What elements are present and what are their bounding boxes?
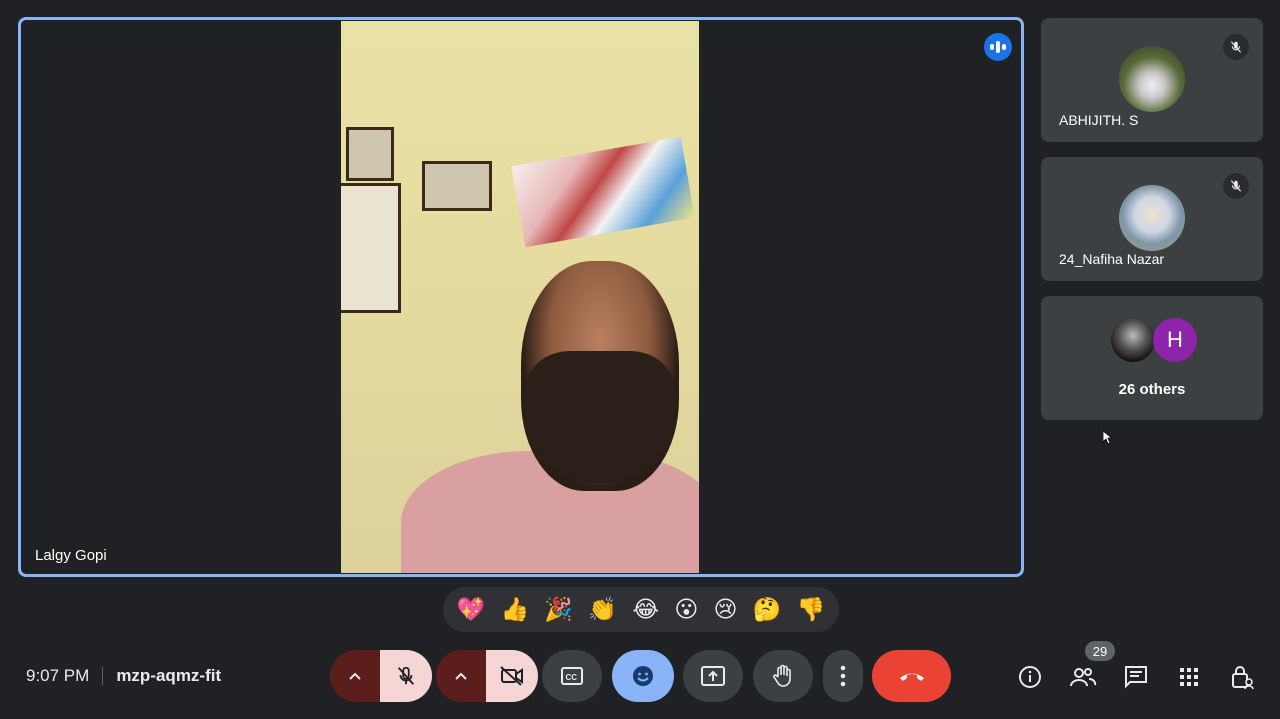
info-icon xyxy=(1019,666,1041,688)
apps-grid-icon xyxy=(1180,668,1198,686)
avatar xyxy=(1119,185,1185,251)
divider xyxy=(102,667,104,685)
reaction-thumbs-up[interactable]: 👍 xyxy=(501,596,530,623)
microphone-control xyxy=(330,650,432,702)
activities-button[interactable] xyxy=(1172,660,1206,694)
present-icon xyxy=(701,666,725,686)
participant-tile[interactable]: 24_Nafiha Nazar xyxy=(1041,157,1263,281)
others-tile[interactable]: H 26 others xyxy=(1041,296,1263,420)
chat-button[interactable] xyxy=(1119,660,1153,694)
captions-icon: CC xyxy=(561,667,583,685)
reaction-surprised[interactable]: 😮 xyxy=(674,596,698,623)
mic-off-icon xyxy=(397,666,415,685)
speaker-video xyxy=(341,21,699,573)
reaction-thumbs-down[interactable]: 👎 xyxy=(797,596,826,623)
wall-poster xyxy=(511,136,695,248)
people-icon xyxy=(1070,668,1097,687)
camera-off-icon xyxy=(500,666,523,686)
avatar xyxy=(1111,318,1155,362)
audio-settings-button[interactable] xyxy=(330,650,380,702)
raise-hand-button[interactable] xyxy=(753,650,813,702)
chevron-up-icon xyxy=(455,672,467,680)
people-count-badge: 29 xyxy=(1085,641,1115,661)
wall-picture-frame xyxy=(346,127,394,181)
meeting-code: mzp-aqmz-fit xyxy=(116,666,222,685)
video-settings-button[interactable] xyxy=(436,650,486,702)
reactions-bar: 💖 👍 🎉 👏 😂 😮 😢 🤔 👎 xyxy=(443,587,839,632)
reaction-party-popper[interactable]: 🎉 xyxy=(544,596,573,623)
reaction-thinking[interactable]: 🤔 xyxy=(753,596,782,623)
reaction-laughing[interactable]: 😂 xyxy=(632,596,659,623)
mic-off-icon xyxy=(1223,34,1249,60)
mic-toggle-button[interactable] xyxy=(380,650,432,702)
mic-off-icon xyxy=(1223,173,1249,199)
meeting-info: 9:07 PM mzp-aqmz-fit xyxy=(26,666,221,686)
participant-tile[interactable]: ABHIJITH. S xyxy=(1041,18,1263,142)
people-button[interactable] xyxy=(1066,660,1100,694)
present-now-button[interactable] xyxy=(683,650,743,702)
speaker-name: Lalgy Gopi xyxy=(35,547,107,564)
host-controls-button[interactable] xyxy=(1225,660,1259,694)
speaking-indicator-icon xyxy=(984,33,1012,61)
meeting-details-button[interactable] xyxy=(1013,660,1047,694)
svg-text:CC: CC xyxy=(566,673,578,682)
raise-hand-icon xyxy=(773,664,791,687)
chat-icon xyxy=(1125,666,1147,689)
more-options-icon xyxy=(840,665,846,687)
more-options-button[interactable] xyxy=(823,650,863,702)
end-call-icon xyxy=(899,673,924,681)
camera-control xyxy=(436,650,538,702)
chevron-up-icon xyxy=(349,672,361,680)
reaction-crying[interactable]: 😢 xyxy=(714,596,738,623)
captions-button[interactable]: CC xyxy=(542,650,602,702)
avatar xyxy=(1119,46,1185,112)
avatar-letter: H xyxy=(1153,318,1197,362)
wall-picture-frame xyxy=(422,161,492,211)
clock-time: 9:07 PM xyxy=(26,666,90,685)
wall-picture-frame xyxy=(341,183,401,313)
camera-toggle-button[interactable] xyxy=(486,650,538,702)
participant-name: ABHIJITH. S xyxy=(1059,112,1139,128)
emoji-icon xyxy=(633,666,653,686)
speaker-beard xyxy=(525,351,675,483)
participant-name: 24_Nafiha Nazar xyxy=(1059,251,1165,267)
main-video-stage[interactable]: Lalgy Gopi xyxy=(18,17,1024,577)
others-count-label: 26 others xyxy=(1118,381,1186,398)
lock-person-icon xyxy=(1232,666,1254,690)
mouse-cursor-icon xyxy=(1103,431,1113,445)
reaction-clapping[interactable]: 👏 xyxy=(588,596,617,623)
reactions-button[interactable] xyxy=(612,650,674,702)
end-call-button[interactable] xyxy=(872,650,951,702)
reaction-sparkling-heart[interactable]: 💖 xyxy=(457,596,486,623)
